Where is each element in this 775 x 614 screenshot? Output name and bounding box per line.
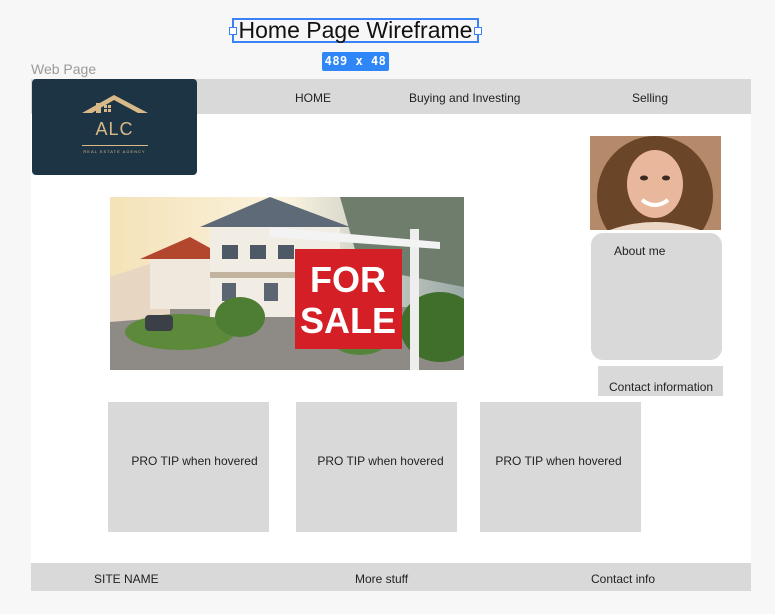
nav-selling-link[interactable]: Selling xyxy=(632,91,668,105)
dimensions-badge: 489 x 48 xyxy=(322,52,389,71)
hero-image: FOR SALE xyxy=(110,197,464,370)
logo-divider xyxy=(82,145,148,146)
nav-buying-link[interactable]: Buying and Investing xyxy=(409,91,520,105)
footer-contact-info[interactable]: Contact info xyxy=(591,572,655,586)
about-me-card[interactable]: About me xyxy=(591,233,722,360)
house-roof-icon xyxy=(82,95,148,113)
sign-line-2: SALE xyxy=(300,300,396,341)
sign-line-1: FOR xyxy=(310,259,386,300)
footer-more-stuff[interactable]: More stuff xyxy=(355,572,408,586)
pro-tip-card[interactable]: PRO TIP when hovered xyxy=(296,402,457,532)
page-title: Home Page Wireframe xyxy=(238,17,473,43)
logo-subtext: REAL ESTATE AGENCY xyxy=(83,149,146,154)
logo[interactable]: ALC REAL ESTATE AGENCY xyxy=(32,79,197,175)
web-page-frame[interactable]: HOME Buying and Investing Selling ALC RE… xyxy=(31,79,751,591)
pro-tip-label: PRO TIP when hovered xyxy=(131,454,258,468)
page-title-textbox[interactable]: Home Page Wireframe xyxy=(229,17,482,43)
resize-handle-right[interactable] xyxy=(474,27,482,35)
nav-home-link[interactable]: HOME xyxy=(295,91,331,105)
footer-site-name[interactable]: SITE NAME xyxy=(94,572,159,586)
about-me-label: About me xyxy=(614,244,666,258)
footer: SITE NAME More stuff Contact info xyxy=(31,563,751,591)
agent-portrait xyxy=(590,136,721,230)
pro-tip-label: PRO TIP when hovered xyxy=(317,454,444,468)
contact-information-box[interactable]: Contact information xyxy=(598,366,723,396)
pro-tip-card[interactable]: PRO TIP when hovered xyxy=(108,402,269,532)
logo-text: ALC xyxy=(95,119,134,139)
pro-tip-label: PRO TIP when hovered xyxy=(495,454,622,468)
contact-information-label: Contact information xyxy=(609,380,714,394)
frame-label[interactable]: Web Page xyxy=(31,61,96,77)
pro-tip-card[interactable]: PRO TIP when hovered xyxy=(480,402,641,532)
resize-handle-left[interactable] xyxy=(229,27,237,35)
